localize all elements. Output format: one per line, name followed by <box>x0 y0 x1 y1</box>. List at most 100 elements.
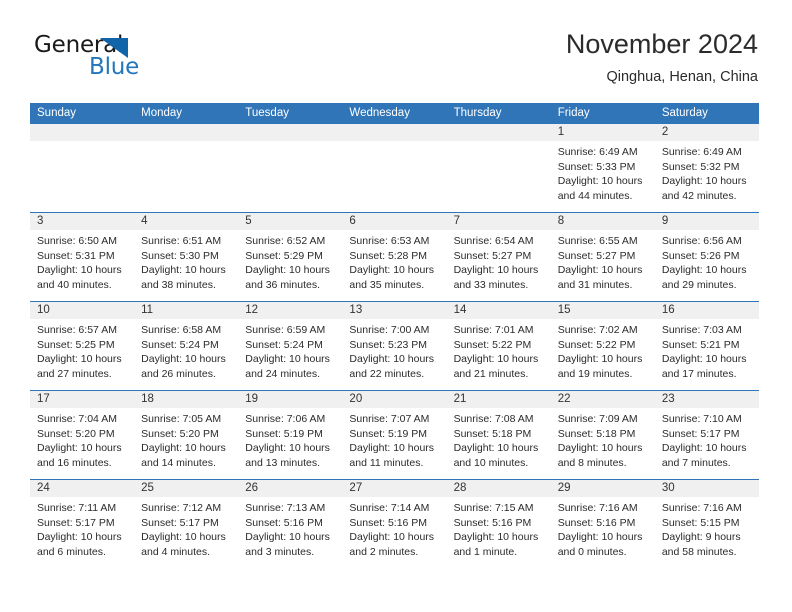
day-daylight-line-text: and 29 minutes. <box>661 278 737 291</box>
calendar-week-row: 1 Sunrise: 6:49 AM Sunset: 5:33 PM Daylight… <box>30 124 759 212</box>
calendar-day-cell[interactable]: 27 Sunrise: 7:14 AM Sunset: 5:16 PM Dayligh… <box>342 480 447 568</box>
day-daylight-line-text: and 6 minutes. <box>37 545 106 558</box>
calendar-day-cell[interactable]: 2 Sunrise: 6:49 AM Sunset: 5:32 PM Daylight… <box>654 124 759 212</box>
calendar-day-cell[interactable]: 11 Sunrise: 6:58 AM Sunset: 5:24 PM Dayligh… <box>134 302 239 390</box>
calendar-day-cell[interactable]: 14 Sunrise: 7:01 AM Sunset: 5:22 PM Dayligh… <box>446 302 551 390</box>
calendar-day-cell[interactable]: 21 Sunrise: 7:08 AM Sunset: 5:18 PM Dayligh… <box>446 391 551 479</box>
day-daylight-line-text: and 2 minutes. <box>349 545 419 558</box>
calendar-day-cell[interactable]: 3 Sunrise: 6:50 AM Sunset: 5:31 PM Daylight… <box>30 213 135 301</box>
calendar-day-cell[interactable]: 6 Sunrise: 6:53 AM Sunset: 5:28 PM Daylight… <box>342 213 447 301</box>
day-daylight-line-text: Daylight: 10 hours <box>245 531 330 544</box>
day-daylight-line-text: Daylight: 10 hours <box>141 264 226 277</box>
day-sunset-text: Sunset: 5:26 PM <box>661 249 740 262</box>
calendar-day-cell[interactable]: 5 Sunrise: 6:52 AM Sunset: 5:29 PM Daylight… <box>238 213 343 301</box>
day-sunrise-text: Sunrise: 6:59 AM <box>245 324 326 336</box>
day-sunset-text: Sunset: 5:22 PM <box>557 338 636 351</box>
day-sunset-text: Sunset: 5:18 PM <box>453 427 532 440</box>
calendar-table: Sunday Monday Tuesday Wednesday Thursday… <box>30 103 759 568</box>
day-daylight-line-text: Daylight: 10 hours <box>245 264 330 277</box>
calendar-day-cell[interactable]: 8 Sunrise: 6:55 AM Sunset: 5:27 PM Daylight… <box>550 213 655 301</box>
calendar-day-cell[interactable]: 7 Sunrise: 6:54 AM Sunset: 5:27 PM Daylight… <box>446 213 551 301</box>
day-sunset-text: Sunset: 5:16 PM <box>557 516 636 529</box>
day-sunrise-text: Sunrise: 6:53 AM <box>349 235 430 247</box>
day-sunset-text: Sunset: 5:20 PM <box>141 427 219 440</box>
day-sunset-text: Sunset: 5:16 PM <box>245 516 323 529</box>
day-daylight-line-text: Daylight: 10 hours <box>37 442 122 455</box>
logo-text-blue: Blue <box>89 54 140 80</box>
day-number <box>342 124 447 141</box>
calendar-day-cell-empty <box>134 124 239 212</box>
calendar-day-cell[interactable]: 24 Sunrise: 7:11 AM Sunset: 5:17 PM Dayligh… <box>30 480 135 568</box>
calendar-day-cell[interactable]: 13 Sunrise: 7:00 AM Sunset: 5:23 PM Dayligh… <box>342 302 447 390</box>
calendar-day-cell[interactable]: 10 Sunrise: 6:57 AM Sunset: 5:25 PM Dayligh… <box>30 302 135 390</box>
day-daylight-line-text: and 26 minutes. <box>141 367 216 380</box>
day-details <box>238 141 342 145</box>
day-number: 16 <box>654 302 759 319</box>
day-daylight-line-text: and 27 minutes. <box>37 367 112 380</box>
day-sunset-text: Sunset: 5:19 PM <box>245 427 323 440</box>
calendar-day-cell[interactable]: 16 Sunrise: 7:03 AM Sunset: 5:21 PM Dayligh… <box>654 302 759 390</box>
day-sunset-text: Sunset: 5:31 PM <box>37 249 115 262</box>
weekday-header-row: Sunday Monday Tuesday Wednesday Thursday… <box>30 103 759 124</box>
calendar-day-cell[interactable]: 4 Sunrise: 6:51 AM Sunset: 5:30 PM Daylight… <box>134 213 239 301</box>
calendar-day-cell-empty <box>446 124 551 212</box>
calendar-day-cell[interactable]: 17 Sunrise: 7:04 AM Sunset: 5:20 PM Dayligh… <box>30 391 135 479</box>
day-sunrise-text: Sunrise: 7:02 AM <box>557 324 638 336</box>
calendar-day-cell-empty <box>30 124 135 212</box>
calendar-day-cell[interactable]: 25 Sunrise: 7:12 AM Sunset: 5:17 PM Dayligh… <box>134 480 239 568</box>
day-details: Sunrise: 6:56 AM Sunset: 5:26 PM Daylight:… <box>655 230 759 292</box>
day-sunset-text: Sunset: 5:16 PM <box>453 516 532 529</box>
calendar-day-cell[interactable]: 1 Sunrise: 6:49 AM Sunset: 5:33 PM Daylight… <box>550 124 655 212</box>
day-sunrise-text: Sunrise: 6:57 AM <box>37 324 117 336</box>
day-details: Sunrise: 6:59 AM Sunset: 5:24 PM Daylight:… <box>238 319 342 381</box>
calendar-day-cell[interactable]: 20 Sunrise: 7:07 AM Sunset: 5:19 PM Dayligh… <box>342 391 447 479</box>
day-daylight-line-text: and 17 minutes. <box>661 367 737 380</box>
day-number: 4 <box>134 213 239 230</box>
calendar-day-cell[interactable]: 18 Sunrise: 7:05 AM Sunset: 5:20 PM Dayligh… <box>134 391 239 479</box>
calendar-day-cell[interactable]: 26 Sunrise: 7:13 AM Sunset: 5:16 PM Dayligh… <box>238 480 343 568</box>
day-details: Sunrise: 6:49 AM Sunset: 5:33 PM Daylight:… <box>551 141 655 203</box>
calendar-day-cell[interactable]: 9 Sunrise: 6:56 AM Sunset: 5:26 PM Daylight… <box>654 213 759 301</box>
day-details: Sunrise: 7:13 AM Sunset: 5:16 PM Daylight:… <box>238 497 342 559</box>
day-daylight-line-text: Daylight: 10 hours <box>557 175 643 188</box>
day-details <box>30 141 134 145</box>
day-sunrise-text: Sunrise: 6:58 AM <box>141 324 222 336</box>
calendar-day-cell[interactable]: 28 Sunrise: 7:15 AM Sunset: 5:16 PM Dayligh… <box>446 480 551 568</box>
day-details: Sunrise: 7:04 AM Sunset: 5:20 PM Daylight:… <box>30 408 134 470</box>
calendar-day-cell[interactable]: 23 Sunrise: 7:10 AM Sunset: 5:17 PM Dayligh… <box>654 391 759 479</box>
day-daylight-line-text: and 16 minutes. <box>37 456 112 469</box>
calendar-day-cell[interactable]: 19 Sunrise: 7:06 AM Sunset: 5:19 PM Dayligh… <box>238 391 343 479</box>
calendar-day-cell[interactable]: 22 Sunrise: 7:09 AM Sunset: 5:18 PM Dayligh… <box>550 391 655 479</box>
day-number: 8 <box>550 213 655 230</box>
day-details: Sunrise: 6:55 AM Sunset: 5:27 PM Daylight:… <box>551 230 655 292</box>
day-sunset-text: Sunset: 5:21 PM <box>661 338 740 351</box>
day-daylight-line-text: Daylight: 10 hours <box>349 442 435 455</box>
day-number: 25 <box>134 480 239 497</box>
day-details <box>447 141 551 145</box>
day-daylight-line-text: Daylight: 10 hours <box>245 442 330 455</box>
calendar-day-cell[interactable]: 30 Sunrise: 7:16 AM Sunset: 5:15 PM Dayligh… <box>654 480 759 568</box>
day-daylight-line-text: and 0 minutes. <box>557 545 627 558</box>
day-number: 21 <box>446 391 551 408</box>
calendar-day-cell[interactable]: 12 Sunrise: 6:59 AM Sunset: 5:24 PM Dayligh… <box>238 302 343 390</box>
calendar-day-cell[interactable]: 29 Sunrise: 7:16 AM Sunset: 5:16 PM Dayligh… <box>550 480 655 568</box>
day-daylight-line-text: and 31 minutes. <box>557 278 633 291</box>
day-daylight-line-text: and 22 minutes. <box>349 367 425 380</box>
day-daylight-line-text: and 21 minutes. <box>453 367 529 380</box>
day-daylight-line-text: Daylight: 10 hours <box>557 531 643 544</box>
general-blue-logo: General Blue <box>34 32 244 88</box>
day-sunset-text: Sunset: 5:27 PM <box>557 249 636 262</box>
day-number <box>134 124 239 141</box>
day-number: 27 <box>342 480 447 497</box>
day-daylight-line-text: and 38 minutes. <box>141 278 216 291</box>
day-details: Sunrise: 6:57 AM Sunset: 5:25 PM Daylight:… <box>30 319 134 381</box>
day-sunrise-text: Sunrise: 6:51 AM <box>141 235 222 247</box>
day-sunrise-text: Sunrise: 7:14 AM <box>349 502 430 514</box>
day-details: Sunrise: 7:16 AM Sunset: 5:16 PM Daylight:… <box>551 497 655 559</box>
day-number: 11 <box>134 302 239 319</box>
calendar-day-cell[interactable]: 15 Sunrise: 7:02 AM Sunset: 5:22 PM Dayligh… <box>550 302 655 390</box>
day-number: 12 <box>238 302 343 319</box>
day-sunrise-text: Sunrise: 6:49 AM <box>661 146 742 158</box>
day-daylight-line-text: and 24 minutes. <box>245 367 320 380</box>
day-details: Sunrise: 7:06 AM Sunset: 5:19 PM Daylight:… <box>238 408 342 470</box>
